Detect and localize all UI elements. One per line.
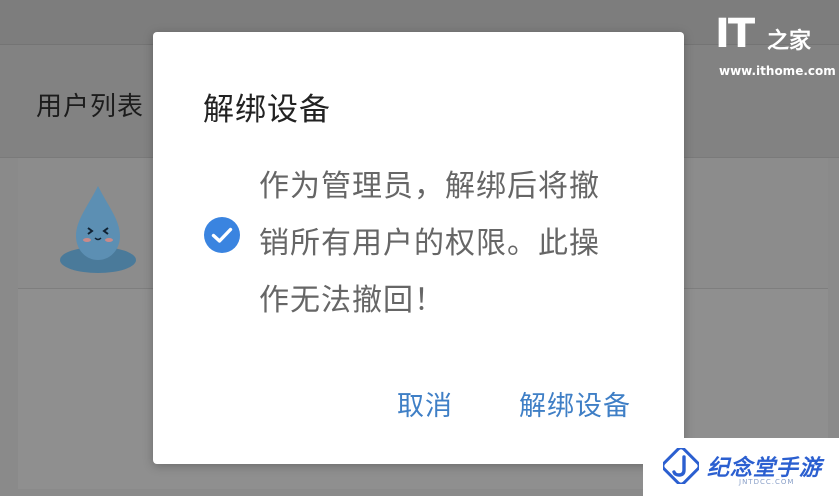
- unbind-dialog: 解绑设备 作为管理员，解绑后将撤销所有用户的权限。此操作无法撤回！ 取消 解绑设…: [153, 32, 684, 464]
- watermark-url: www.ithome.com: [719, 64, 836, 78]
- check-circle-icon: [204, 217, 240, 253]
- watermark-it-text: IT: [715, 11, 755, 57]
- avatar: [60, 186, 136, 273]
- brand-watermark: 纪念堂手游 JNTDCC.COM: [643, 438, 839, 496]
- unbind-device-button[interactable]: 解绑设备: [519, 384, 631, 423]
- cancel-button[interactable]: 取消: [397, 384, 453, 423]
- watermark-zhi-text: 之家: [767, 29, 812, 54]
- brand-subtext: JNTDCC.COM: [739, 478, 795, 486]
- brand-logo-icon: [663, 448, 699, 484]
- page-title: 用户列表: [36, 92, 145, 122]
- ithome-watermark: IT 之家 www.ithome.com: [715, 11, 836, 82]
- dialog-title: 解绑设备: [203, 92, 331, 128]
- dialog-message: 作为管理员，解绑后将撤销所有用户的权限。此操作无法撤回！: [259, 169, 600, 318]
